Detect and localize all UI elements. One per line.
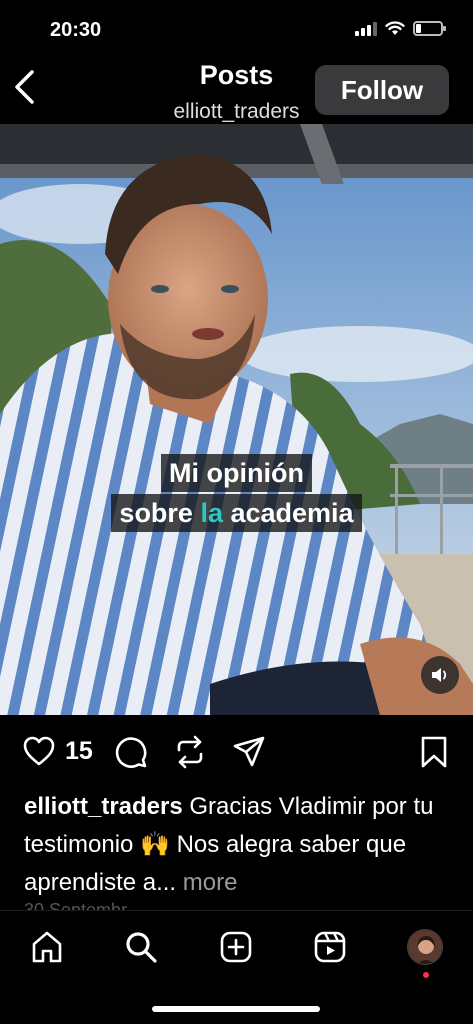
post-date: 30 Septembr — [24, 900, 128, 910]
post-header: Posts elliott_traders Follow — [0, 58, 473, 124]
status-bar: 20:30 — [0, 0, 473, 58]
mute-button[interactable] — [421, 656, 459, 694]
bookmark-icon — [421, 736, 447, 768]
overlay-line-2-accent: la — [200, 498, 223, 528]
speaker-icon — [432, 668, 447, 682]
tab-create[interactable] — [216, 927, 256, 967]
tab-profile[interactable] — [405, 927, 445, 967]
caption-username[interactable]: elliott_traders — [24, 793, 183, 820]
video-frame — [0, 124, 473, 715]
like-button[interactable] — [22, 735, 56, 772]
save-button[interactable] — [420, 735, 448, 774]
overlay-line-1: Mi opinión — [161, 454, 312, 492]
cellular-signal-icon — [355, 21, 377, 36]
post-video[interactable]: Mi opinión sobre la academia — [0, 124, 473, 715]
repost-icon — [177, 735, 203, 769]
heart-icon — [23, 736, 55, 766]
tab-home[interactable] — [27, 927, 67, 967]
plus-square-icon — [220, 931, 252, 963]
search-icon — [126, 932, 157, 963]
repost-button[interactable] — [173, 735, 207, 774]
home-indicator[interactable] — [152, 1006, 320, 1012]
bottom-tab-bar — [0, 910, 473, 1024]
share-button[interactable] — [232, 735, 266, 774]
tab-search[interactable] — [121, 927, 161, 967]
overlay-line-2-start: sobre — [119, 498, 201, 528]
profile-notification-dot — [423, 972, 429, 978]
tab-reels[interactable] — [310, 927, 350, 967]
home-icon — [32, 931, 62, 963]
video-text-overlay: Mi opinión sobre la academia — [0, 454, 473, 534]
reels-icon — [314, 931, 346, 963]
wifi-icon — [385, 21, 405, 35]
caption-more-link[interactable]: more — [176, 869, 238, 896]
status-icons — [355, 21, 446, 36]
overlay-line-2-end: academia — [222, 498, 354, 528]
like-count[interactable]: 15 — [65, 737, 93, 766]
comment-button[interactable] — [114, 735, 148, 774]
battery-icon — [413, 21, 446, 36]
post-caption: elliott_traders Gracias Vladimir por tu … — [24, 788, 454, 902]
overlay-line-2: sobre la academia — [111, 494, 362, 532]
profile-avatar — [407, 929, 443, 965]
post-actions: 15 — [0, 715, 473, 787]
battery-level — [416, 24, 421, 33]
follow-button[interactable]: Follow — [315, 65, 449, 115]
paper-plane-icon — [233, 736, 265, 767]
comment-bubble-icon — [115, 737, 147, 768]
status-time: 20:30 — [50, 19, 102, 41]
